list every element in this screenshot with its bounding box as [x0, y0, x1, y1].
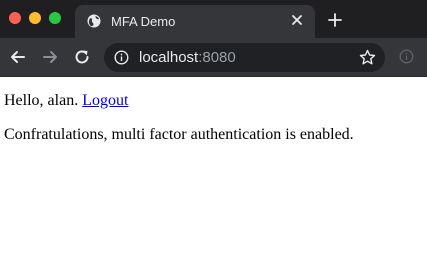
tab-title: MFA Demo [111, 14, 176, 29]
info-icon[interactable] [114, 50, 129, 65]
info-circle-icon[interactable] [399, 49, 414, 64]
logout-link[interactable]: Logout [82, 92, 128, 109]
window-close-button[interactable] [9, 12, 21, 24]
arrow-right-icon[interactable] [41, 48, 59, 66]
arrow-left-icon[interactable] [9, 48, 27, 66]
greeting-line: Hello, alan. Logout [4, 92, 423, 110]
window-minimize-button[interactable] [29, 12, 41, 24]
url-text[interactable]: localhost:8080 [139, 49, 236, 66]
greeting-text: Hello, alan. [4, 92, 79, 109]
reload-icon[interactable] [73, 48, 91, 66]
plus-icon[interactable] [327, 12, 343, 28]
page-content: Hello, alan. Logout Confratulations, mul… [0, 78, 427, 275]
url-host: localhost [139, 49, 199, 66]
close-icon[interactable] [289, 12, 305, 28]
browser-title-bar: MFA Demo [0, 0, 427, 38]
globe-icon [87, 14, 101, 28]
mfa-enabled-message: Confratulations, multi factor authentica… [4, 126, 354, 143]
browser-tab[interactable]: MFA Demo [75, 5, 315, 38]
window-maximize-button[interactable] [49, 12, 61, 24]
url-port: :8080 [198, 49, 236, 66]
star-icon[interactable] [359, 49, 376, 66]
address-bar[interactable]: localhost:8080 [104, 43, 385, 72]
browser-toolbar: localhost:8080 [0, 38, 427, 77]
